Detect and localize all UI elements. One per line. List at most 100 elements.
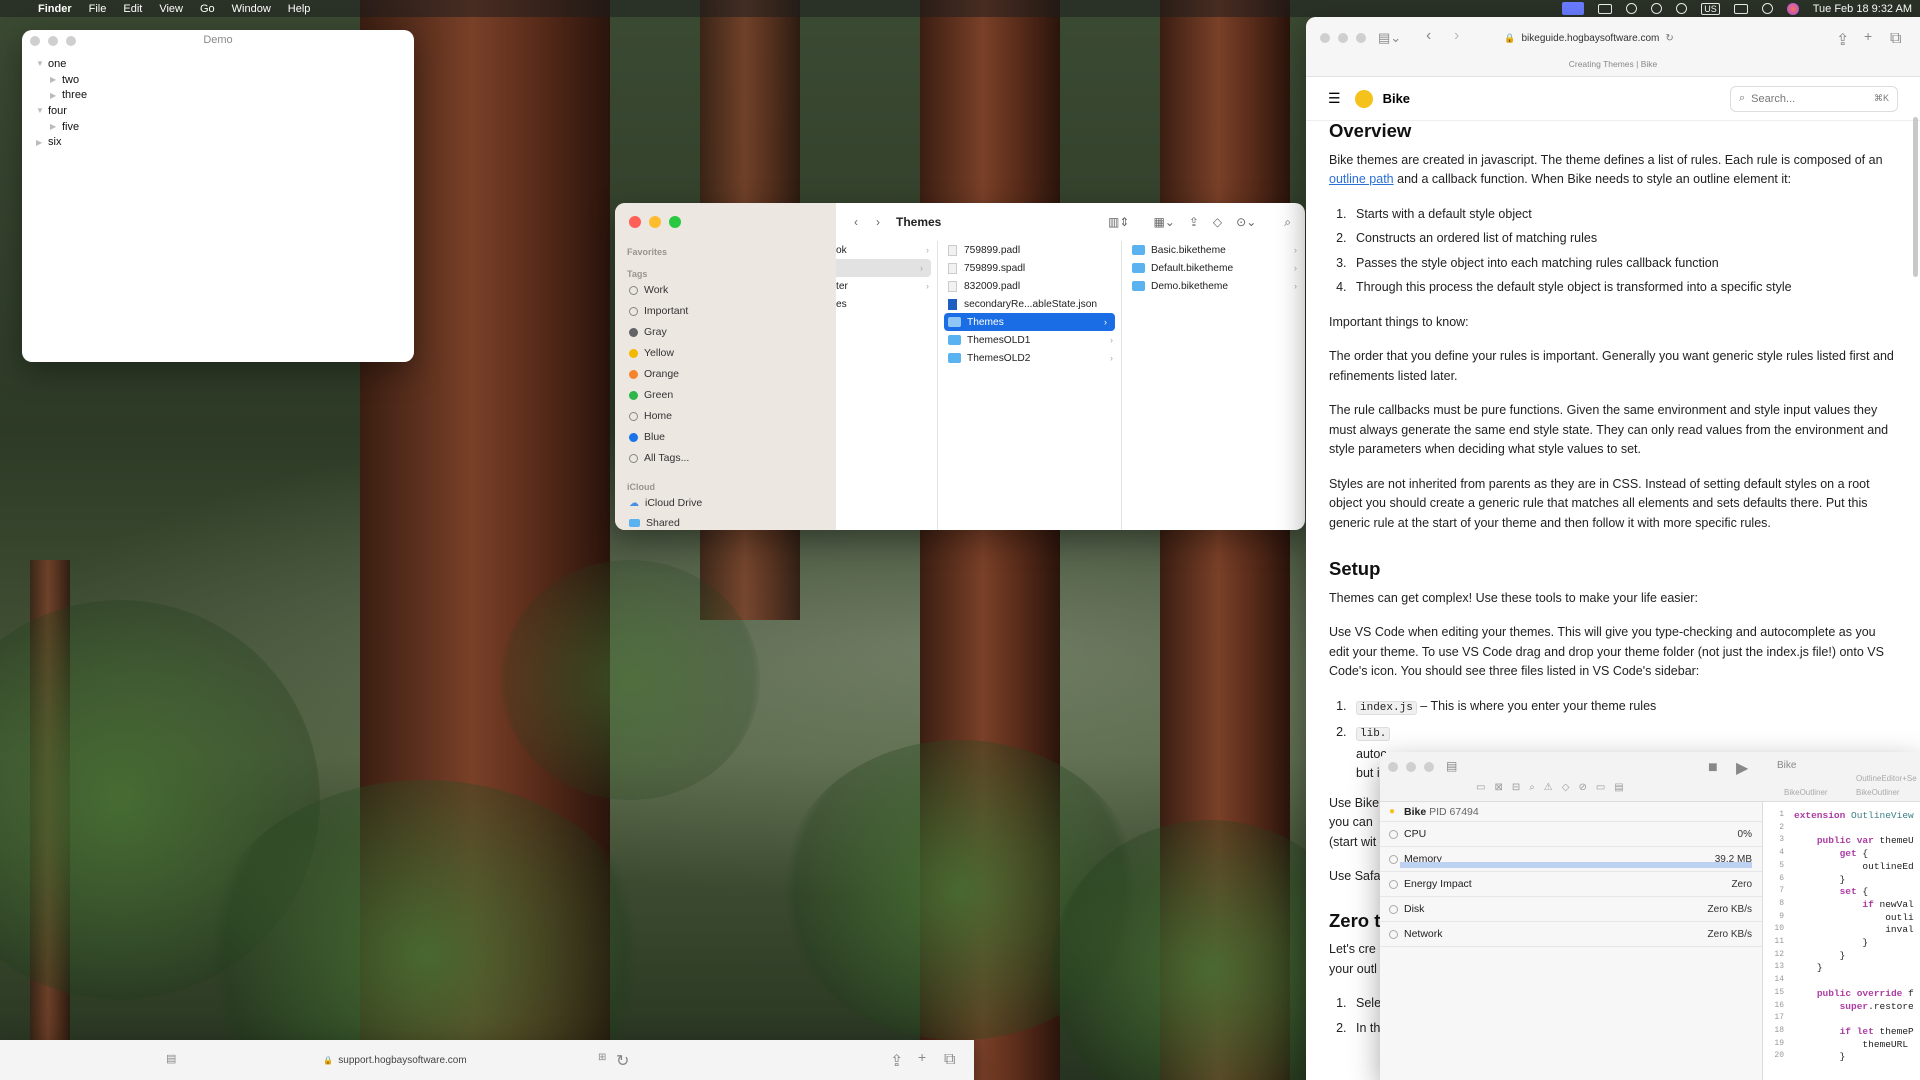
scheme-name[interactable]: Bike — [1777, 760, 1796, 771]
disclosure-right-icon[interactable]: ▶ — [50, 75, 62, 84]
code-editor[interactable]: 1 extension OutlineView 2 3 public var them… — [1764, 802, 1920, 1080]
search-icon[interactable]: ⌕ — [1284, 215, 1291, 230]
outline-row[interactable]: ▼ four — [36, 103, 400, 119]
process-row[interactable]: ● Bike PID 67494 — [1380, 802, 1762, 822]
sidebar-all-tags[interactable]: All Tags... — [629, 452, 689, 464]
minimize-button[interactable] — [1406, 762, 1416, 772]
editor-breadcrumb-1[interactable]: BikeOutliner — [1784, 788, 1828, 797]
outline-row[interactable]: ▶ five — [36, 119, 400, 135]
folder-row[interactable]: Basic.biketheme › — [1122, 241, 1305, 259]
forward-icon[interactable]: › — [1454, 27, 1459, 45]
sidebar-tag-important[interactable]: Important — [629, 305, 688, 317]
code-line[interactable]: set { — [1794, 886, 1869, 897]
reader-icon[interactable]: ⊞ — [598, 1052, 606, 1063]
sidebar-tag-orange[interactable]: Orange — [629, 368, 679, 380]
tab-title[interactable]: Creating Themes | Bike — [1306, 59, 1920, 69]
minimize-button[interactable] — [1338, 33, 1348, 43]
close-button[interactable] — [629, 216, 641, 228]
menu-help[interactable]: Help — [288, 3, 311, 15]
menu-edit[interactable]: Edit — [123, 3, 142, 15]
control-center-icon[interactable] — [1676, 3, 1688, 14]
dropbox-icon[interactable] — [1651, 3, 1663, 14]
column-row[interactable]: ter › — [836, 277, 937, 295]
wifi-icon[interactable] — [1761, 3, 1773, 14]
menubar-clock[interactable]: Tue Feb 18 9:32 AM — [1813, 3, 1912, 15]
outline-row[interactable]: ▶ three — [36, 87, 400, 103]
run-icon[interactable]: ▶ — [1736, 758, 1748, 778]
screen-share-icon[interactable] — [1562, 2, 1585, 15]
gauge-energy[interactable]: Energy Impact Zero — [1380, 872, 1762, 897]
forward-icon[interactable]: › — [876, 215, 880, 229]
gauge-memory[interactable]: Memory 39.2 MB — [1380, 847, 1762, 872]
code-line[interactable]: } — [1794, 874, 1846, 885]
sidebar-item-icloud-drive[interactable]: ☁ iCloud Drive — [629, 497, 702, 509]
navigator-toggle-icon[interactable]: ▤ — [1446, 759, 1457, 773]
code-line[interactable]: } — [1794, 937, 1868, 948]
siri-icon[interactable] — [1786, 2, 1799, 15]
folder-row-selected[interactable]: Themes › — [944, 313, 1115, 331]
input-source[interactable]: US — [1701, 2, 1720, 15]
file-row[interactable]: secondaryRe...ableState.json — [938, 295, 1121, 313]
share-icon[interactable]: ⇪ — [1836, 30, 1849, 50]
site-name[interactable]: Bike — [1383, 91, 1410, 106]
battery-icon[interactable] — [1733, 3, 1748, 14]
folder-row[interactable]: ThemesOLD2 › — [938, 349, 1121, 367]
outline-row[interactable]: ▶ six — [36, 134, 400, 150]
sidebar-tag-blue[interactable]: Blue — [629, 431, 665, 443]
folder-row[interactable]: Default.biketheme › — [1122, 259, 1305, 277]
code-line[interactable]: extension OutlineView — [1794, 810, 1914, 821]
address-bar[interactable]: 🔒 bikeguide.hogbaysoftware.com ↻ — [1491, 27, 1687, 49]
disclosure-right-icon[interactable]: ▶ — [36, 138, 48, 147]
outline-row[interactable]: ▶ two — [36, 72, 400, 88]
sidebar-item-shared[interactable]: Shared — [629, 517, 680, 529]
code-line[interactable]: get { — [1794, 848, 1869, 859]
site-search-input[interactable]: ⌕ Search... ⌘K — [1730, 85, 1898, 112]
reload-icon[interactable]: ↻ — [1665, 33, 1673, 44]
zoom-button[interactable] — [1356, 33, 1366, 43]
hamburger-menu-icon[interactable]: ☰ — [1328, 90, 1341, 107]
bike-logo-icon[interactable] — [1354, 89, 1373, 108]
zoom-button[interactable] — [1424, 762, 1434, 772]
sidebar-tag-home[interactable]: Home — [629, 410, 672, 422]
column-row[interactable]: › — [836, 259, 931, 277]
sidebar-tag-green[interactable]: Green — [629, 389, 673, 401]
column-row[interactable]: es — [836, 295, 937, 313]
gauge-network[interactable]: Network Zero KB/s — [1380, 922, 1762, 947]
gauge-cpu[interactable]: CPU 0% — [1380, 822, 1762, 847]
zoom-button[interactable] — [66, 36, 76, 46]
code-line[interactable]: super.restore — [1794, 1001, 1914, 1012]
code-line[interactable]: public var themeU — [1794, 835, 1914, 846]
gauge-disk[interactable]: Disk Zero KB/s — [1380, 897, 1762, 922]
file-row[interactable]: 759899.padl — [938, 241, 1121, 259]
tab-overview-icon[interactable]: ⧉ — [1890, 30, 1901, 48]
code-line[interactable]: } — [1794, 1051, 1846, 1062]
outline-row[interactable]: ▼ one — [36, 56, 400, 72]
editor-breadcrumb-2[interactable]: BikeOutliner — [1856, 788, 1900, 797]
close-button[interactable] — [30, 36, 40, 46]
new-tab-icon[interactable]: + — [1864, 28, 1872, 44]
column-view-icon[interactable]: ▥⇕ — [1108, 215, 1129, 229]
code-line[interactable]: inval — [1794, 924, 1914, 935]
menu-window[interactable]: Window — [232, 3, 271, 15]
code-line[interactable]: if let themeP — [1794, 1026, 1914, 1037]
menu-go[interactable]: Go — [200, 3, 215, 15]
new-tab-icon[interactable]: + — [918, 1049, 926, 1065]
code-line[interactable]: themeURL — [1794, 1039, 1908, 1050]
outline-path-link[interactable]: outline path — [1329, 172, 1394, 186]
tab-overview-icon[interactable]: ⧉ — [944, 1051, 955, 1069]
close-button[interactable] — [1320, 33, 1330, 43]
share-icon[interactable]: ⇪ — [890, 1051, 903, 1071]
zoom-button[interactable] — [669, 216, 681, 228]
sidebar-tag-gray[interactable]: Gray — [629, 326, 667, 338]
code-line[interactable]: } — [1794, 962, 1823, 973]
code-line[interactable]: public override f — [1794, 988, 1914, 999]
sidebar-toggle-icon[interactable]: ▤⌄ — [1378, 30, 1401, 46]
vpn-icon[interactable] — [1626, 3, 1638, 14]
editor-tab[interactable]: OutlineEditor+Se — [1856, 774, 1917, 783]
sidebar-tag-yellow[interactable]: Yellow — [629, 347, 674, 359]
folder-row[interactable]: Demo.biketheme › — [1122, 277, 1305, 295]
folder-row[interactable]: ThemesOLD1 › — [938, 331, 1121, 349]
stop-icon[interactable]: ■ — [1708, 759, 1718, 777]
code-line[interactable]: outlineEd — [1794, 861, 1913, 872]
menu-file[interactable]: File — [89, 3, 107, 15]
